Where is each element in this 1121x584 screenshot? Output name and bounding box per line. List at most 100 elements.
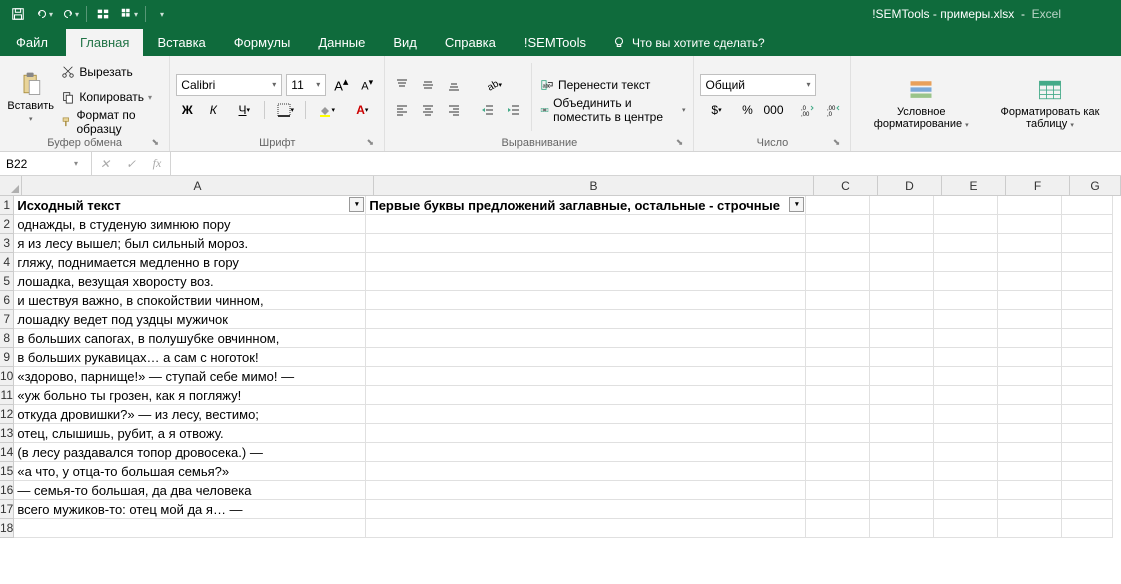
cell[interactable] bbox=[806, 291, 870, 310]
cell[interactable] bbox=[1062, 386, 1113, 405]
cell[interactable] bbox=[366, 500, 806, 519]
row-header[interactable]: 2 bbox=[0, 215, 14, 234]
cell[interactable] bbox=[998, 443, 1062, 462]
cell[interactable] bbox=[366, 310, 806, 329]
row-header[interactable]: 9 bbox=[0, 348, 14, 367]
cell[interactable] bbox=[934, 405, 998, 424]
formula-input[interactable] bbox=[171, 152, 1121, 175]
column-header[interactable]: C bbox=[814, 176, 878, 196]
row-header[interactable]: 12 bbox=[0, 405, 14, 424]
cell[interactable] bbox=[998, 196, 1062, 215]
cell[interactable] bbox=[998, 424, 1062, 443]
cell[interactable]: «а что, у отца-то большая семья?» bbox=[14, 462, 366, 481]
cell[interactable]: однажды, в студеную зимнюю пору bbox=[14, 215, 366, 234]
cell[interactable] bbox=[998, 462, 1062, 481]
row-header[interactable]: 17 bbox=[0, 500, 14, 519]
cell[interactable]: Первые буквы предложений заглавные, оста… bbox=[366, 196, 806, 215]
fill-color-button[interactable]: ▾ bbox=[310, 99, 342, 121]
row-header[interactable]: 16 bbox=[0, 481, 14, 500]
cell[interactable] bbox=[1062, 272, 1113, 291]
cell[interactable] bbox=[1062, 405, 1113, 424]
cell[interactable]: всего мужиков-то: отец мой да я… — bbox=[14, 500, 366, 519]
save-icon[interactable] bbox=[6, 3, 30, 25]
cell[interactable] bbox=[1062, 481, 1113, 500]
cell[interactable] bbox=[1062, 215, 1113, 234]
cell[interactable] bbox=[366, 329, 806, 348]
cell[interactable] bbox=[1062, 310, 1113, 329]
cell[interactable] bbox=[1062, 462, 1113, 481]
tab-help[interactable]: Справка bbox=[431, 29, 510, 56]
cell[interactable]: лошадку ведет под уздцы мужичок bbox=[14, 310, 366, 329]
row-header[interactable]: 4 bbox=[0, 253, 14, 272]
cell[interactable]: я из лесу вышел; был сильный мороз. bbox=[14, 234, 366, 253]
align-right-icon[interactable] bbox=[443, 99, 465, 121]
cell[interactable] bbox=[806, 443, 870, 462]
decrease-font-icon[interactable]: A▾ bbox=[356, 74, 378, 96]
cancel-formula-icon[interactable]: ✕ bbox=[92, 152, 118, 175]
italic-button[interactable]: К bbox=[202, 99, 224, 121]
cell[interactable] bbox=[366, 443, 806, 462]
cell[interactable] bbox=[934, 291, 998, 310]
cell[interactable] bbox=[806, 348, 870, 367]
cell[interactable] bbox=[934, 519, 998, 538]
cell[interactable] bbox=[366, 234, 806, 253]
cell[interactable] bbox=[366, 272, 806, 291]
cell[interactable] bbox=[934, 424, 998, 443]
cell[interactable] bbox=[870, 272, 934, 291]
align-bottom-icon[interactable] bbox=[443, 74, 465, 96]
row-header[interactable]: 14 bbox=[0, 443, 14, 462]
column-header[interactable]: G bbox=[1070, 176, 1121, 196]
cell[interactable]: гляжу, поднимается медленно в гору bbox=[14, 253, 366, 272]
cell[interactable] bbox=[934, 500, 998, 519]
column-header[interactable]: B bbox=[374, 176, 814, 196]
name-box[interactable]: ▾ bbox=[0, 152, 92, 175]
row-header[interactable]: 18 bbox=[0, 519, 14, 538]
conditional-formatting-button[interactable]: Условное форматирование ▾ bbox=[857, 59, 985, 147]
cell[interactable] bbox=[934, 367, 998, 386]
cell[interactable] bbox=[366, 367, 806, 386]
cell[interactable] bbox=[870, 196, 934, 215]
cell[interactable] bbox=[870, 481, 934, 500]
cell[interactable]: — семья-то большая, да два человека bbox=[14, 481, 366, 500]
row-header[interactable]: 10 bbox=[0, 367, 14, 386]
cell[interactable] bbox=[806, 519, 870, 538]
row-header[interactable]: 11 bbox=[0, 386, 14, 405]
cell[interactable] bbox=[366, 291, 806, 310]
cell[interactable] bbox=[806, 367, 870, 386]
tab-insert[interactable]: Вставка bbox=[143, 29, 219, 56]
cell[interactable] bbox=[998, 367, 1062, 386]
number-launcher-icon[interactable]: ⬊ bbox=[830, 137, 842, 149]
cell[interactable] bbox=[934, 481, 998, 500]
row-header[interactable]: 8 bbox=[0, 329, 14, 348]
cell[interactable] bbox=[998, 481, 1062, 500]
column-header[interactable]: E bbox=[942, 176, 1006, 196]
cell[interactable] bbox=[870, 234, 934, 253]
cell[interactable] bbox=[934, 310, 998, 329]
cell[interactable] bbox=[934, 386, 998, 405]
align-middle-icon[interactable] bbox=[417, 74, 439, 96]
qat-customize-icon[interactable]: ▾ bbox=[150, 3, 174, 25]
percent-format-icon[interactable]: % bbox=[736, 99, 758, 121]
cell[interactable] bbox=[1062, 519, 1113, 538]
cell[interactable] bbox=[870, 367, 934, 386]
cell[interactable] bbox=[870, 348, 934, 367]
cell[interactable] bbox=[366, 462, 806, 481]
cell[interactable]: (в лесу раздавался топор дровосека.) — bbox=[14, 443, 366, 462]
cell[interactable] bbox=[934, 272, 998, 291]
cell[interactable] bbox=[806, 462, 870, 481]
cell[interactable] bbox=[998, 500, 1062, 519]
clipboard-launcher-icon[interactable]: ⬊ bbox=[149, 137, 161, 149]
cell[interactable] bbox=[806, 253, 870, 272]
cell[interactable] bbox=[870, 215, 934, 234]
tab-semtools[interactable]: !SEMTools bbox=[510, 29, 600, 56]
comma-format-icon[interactable]: 000 bbox=[762, 99, 784, 121]
cell[interactable] bbox=[1062, 291, 1113, 310]
select-all-corner[interactable] bbox=[0, 176, 22, 196]
cell[interactable] bbox=[998, 234, 1062, 253]
insert-function-icon[interactable]: fx bbox=[144, 152, 170, 175]
cell[interactable] bbox=[1062, 500, 1113, 519]
cell[interactable] bbox=[806, 196, 870, 215]
increase-font-icon[interactable]: A▴ bbox=[330, 74, 352, 96]
cell[interactable] bbox=[998, 215, 1062, 234]
number-format-combo[interactable]: ▾ bbox=[700, 74, 816, 96]
